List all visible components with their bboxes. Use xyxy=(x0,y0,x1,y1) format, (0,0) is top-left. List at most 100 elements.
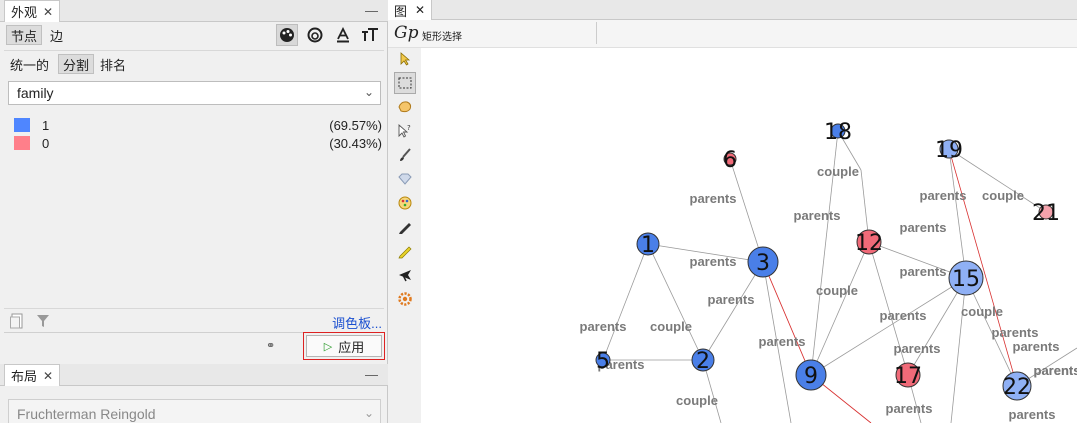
lasso-icon[interactable] xyxy=(394,96,416,118)
svg-text:?: ? xyxy=(407,124,411,132)
edge-label: parents xyxy=(708,292,755,307)
appearance-tab-header: 外观 ✕ — xyxy=(0,0,388,22)
graph-node-label: 21 xyxy=(1032,201,1060,226)
edge-label: couple xyxy=(982,188,1024,203)
appearance-tab[interactable]: 外观 ✕ xyxy=(4,0,61,22)
graph-node-label: 9 xyxy=(804,364,818,389)
label-size-icon[interactable] xyxy=(359,24,381,46)
graph-node-label: 18 xyxy=(824,120,852,145)
apply-button[interactable]: ▷ 应用 xyxy=(303,332,385,360)
label-color-icon[interactable] xyxy=(332,24,354,46)
graph-tab[interactable]: 图 ✕ xyxy=(388,0,433,20)
chevron-down-icon: ⌄ xyxy=(363,85,374,99)
edge-label: couple xyxy=(676,393,718,408)
edge-label: parents xyxy=(886,401,933,416)
edge-label: parents xyxy=(900,264,947,279)
graph-node-1[interactable]: 1 xyxy=(636,232,660,258)
graph-node-label: 22 xyxy=(1003,375,1031,400)
graph-node-9[interactable]: 9 xyxy=(795,359,827,391)
edge-label: parents xyxy=(1013,339,1060,354)
rect-select-label: 矩形选择 xyxy=(422,32,462,43)
pencil-icon[interactable] xyxy=(394,216,416,238)
pointer-icon[interactable] xyxy=(394,48,416,70)
legend-row[interactable]: 0 (30.43%) xyxy=(14,134,382,152)
diamond-icon[interactable] xyxy=(394,168,416,190)
legend-percent: (69.57%) xyxy=(329,117,382,133)
edge-label: parents xyxy=(690,191,737,206)
gear-icon[interactable] xyxy=(394,288,416,310)
apply-button-label: 应用 xyxy=(338,339,365,355)
graph-node-6[interactable]: 6 xyxy=(723,148,737,173)
document-icon[interactable] xyxy=(10,313,24,332)
graph-node-label: 12 xyxy=(855,231,883,256)
rect-select-icon[interactable] xyxy=(394,72,416,94)
graph-node-19[interactable]: 19 xyxy=(935,138,963,163)
graph-node-17[interactable]: 17 xyxy=(894,362,922,389)
appearance-panel: 外观 ✕ — 节点 边 统一的 分割 排名 family ⌄ 1 (69.57%… xyxy=(0,0,388,423)
filter-icon[interactable] xyxy=(36,313,50,332)
minimize-icon[interactable]: — xyxy=(365,3,378,18)
graph-tab-header: 图 ✕ xyxy=(388,0,1077,20)
edge-label: couple xyxy=(650,319,692,334)
layout-algorithm-select[interactable]: Fruchterman Reingold ⌄ xyxy=(8,399,381,423)
mode-partition[interactable]: 分割 xyxy=(58,54,95,74)
graph-node-15[interactable]: 15 xyxy=(948,260,984,296)
edge-label: couple xyxy=(817,164,859,179)
legend-row[interactable]: 1 (69.57%) xyxy=(14,116,382,134)
edge-label: couple xyxy=(961,304,1003,319)
attribute-select[interactable]: family ⌄ xyxy=(8,81,381,105)
graph-tools: ? xyxy=(394,48,418,423)
layout-tab[interactable]: 布局 ✕ xyxy=(4,364,61,386)
legend-percent: (30.43%) xyxy=(329,135,382,151)
graph-node-12[interactable]: 12 xyxy=(855,229,883,256)
graph-node-label: 6 xyxy=(723,148,737,173)
edge-label: parents xyxy=(1034,363,1077,378)
graph-node-18[interactable]: 18 xyxy=(824,120,852,145)
palette-link[interactable]: 调色板... xyxy=(332,313,382,332)
layout-tab-header: 布局 ✕ — xyxy=(0,364,388,386)
plane-icon[interactable] xyxy=(394,264,416,286)
edge-label: parents xyxy=(580,319,627,334)
graph-node-21[interactable]: 21 xyxy=(1032,201,1060,226)
tab-edges[interactable]: 边 xyxy=(46,25,67,45)
partition-legend: 1 (69.57%) 0 (30.43%) xyxy=(14,116,382,152)
edge-label: parents xyxy=(759,334,806,349)
gephi-window: 外观 ✕ — 节点 边 统一的 分割 排名 family ⌄ 1 (69.57%… xyxy=(0,0,1077,423)
graph-toolbar: Gp 矩形选择 xyxy=(388,20,1077,48)
close-icon[interactable]: ✕ xyxy=(43,5,53,19)
edge-label: parents xyxy=(992,325,1039,340)
graph-nodes: 18 6 19 21 1 3 12 15 5 2 9 17 22 xyxy=(595,120,1060,401)
mode-unified[interactable]: 统一的 xyxy=(6,54,53,74)
graph-node-label: 1 xyxy=(641,233,655,258)
brush-icon[interactable] xyxy=(394,144,416,166)
edge-label: parents xyxy=(920,188,967,203)
minimize-icon[interactable]: — xyxy=(365,367,378,382)
graph-node-3[interactable]: 3 xyxy=(747,246,779,278)
legend-swatch[interactable] xyxy=(14,136,30,150)
graph-node-2[interactable]: 2 xyxy=(691,348,715,374)
legend-value: 1 xyxy=(42,117,50,133)
apply-bar: ⚭ ▷ 应用 xyxy=(4,332,385,360)
painter-icon[interactable] xyxy=(394,192,416,214)
graph-tab-label: 图 xyxy=(394,3,408,19)
palette-icon[interactable] xyxy=(276,24,298,46)
close-icon[interactable]: ✕ xyxy=(415,3,425,17)
help-pointer-icon[interactable]: ? xyxy=(394,120,416,142)
gephi-logo: Gp xyxy=(394,23,419,43)
close-icon[interactable]: ✕ xyxy=(43,369,53,383)
edge-label: parents xyxy=(690,254,737,269)
legend-bottom-bar: 调色板... xyxy=(4,308,384,332)
size-icon[interactable] xyxy=(304,24,326,46)
graph-node-22[interactable]: 22 xyxy=(1002,371,1032,401)
mode-ranking[interactable]: 排名 xyxy=(96,54,130,74)
tab-nodes[interactable]: 节点 xyxy=(6,25,43,45)
graph-svg[interactable]: parentscoupleparentsparents coupleparents… xyxy=(421,48,1077,423)
edge-label: parents xyxy=(1009,407,1056,422)
edge-label: parents xyxy=(894,341,941,356)
legend-swatch[interactable] xyxy=(14,118,30,132)
pen-icon[interactable] xyxy=(394,240,416,262)
graph-node-5[interactable]: 5 xyxy=(595,349,611,374)
edge-label: parents xyxy=(794,208,841,223)
graph-canvas[interactable]: parents couple parents parents couple parents… xyxy=(421,48,1077,423)
link-icon[interactable]: ⚭ xyxy=(266,339,275,352)
